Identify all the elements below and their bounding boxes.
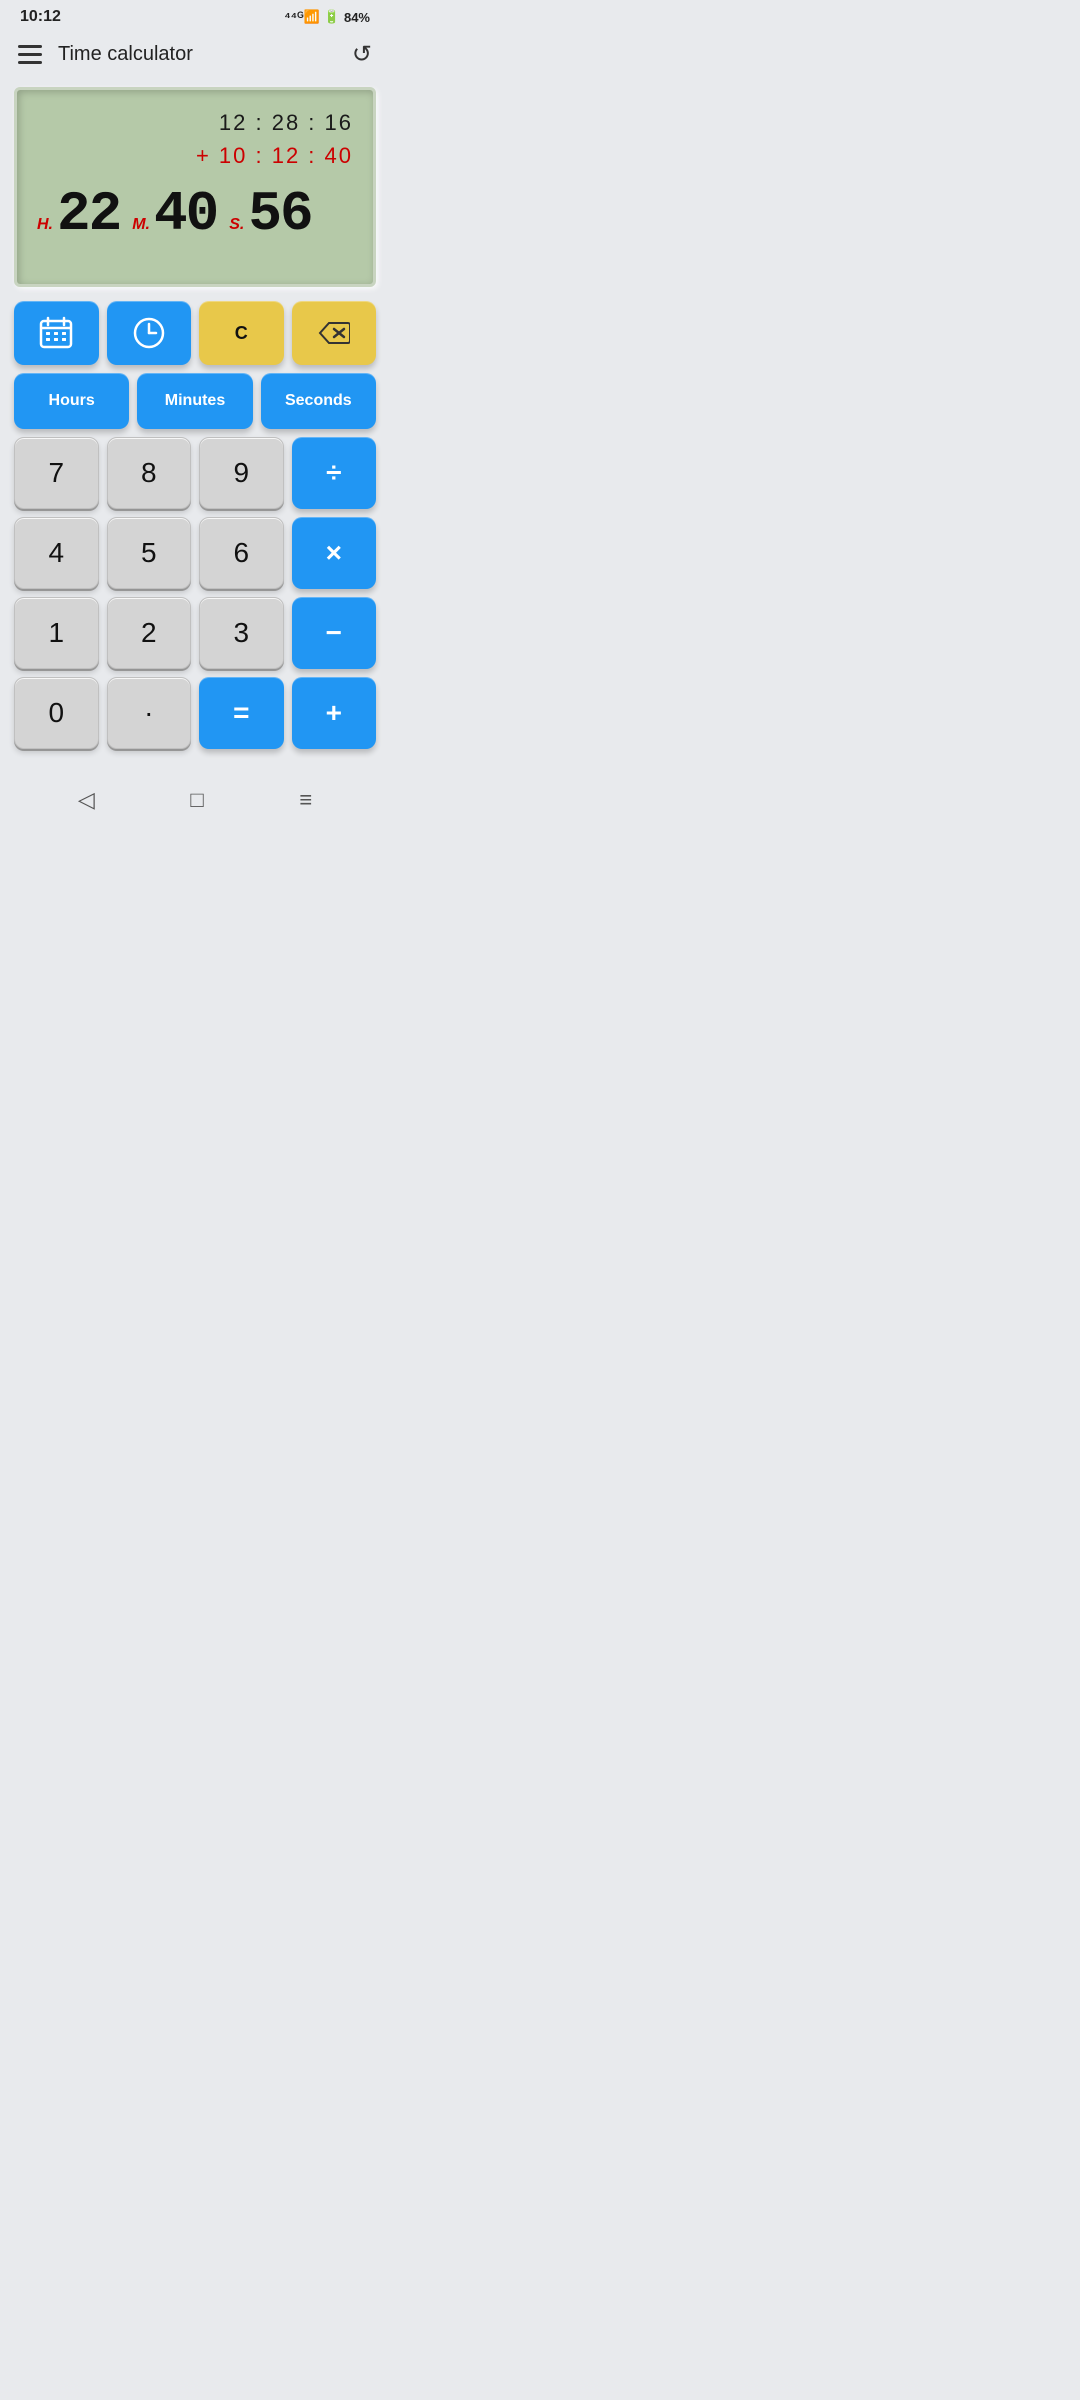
seconds-label: S.	[229, 216, 244, 234]
signal-icon: ⁴⁴ᴳ📶	[284, 9, 320, 25]
calendar-button[interactable]	[14, 301, 99, 365]
hours-value: 22	[57, 182, 120, 246]
result-seconds-group: S. 56	[229, 182, 311, 246]
backspace-icon	[318, 321, 350, 345]
result-minutes-group: M. 40	[132, 182, 217, 246]
battery-icon: 🔋	[324, 9, 340, 25]
clock-button[interactable]	[107, 301, 192, 365]
btn-minus[interactable]: −	[292, 597, 377, 669]
btn-4[interactable]: 4	[14, 517, 99, 589]
minutes-btn-label: Minutes	[165, 392, 225, 410]
seconds-button[interactable]: Seconds	[261, 373, 376, 429]
status-time: 10:12	[20, 8, 61, 26]
status-bar: 10:12 ⁴⁴ᴳ📶 🔋 84%	[0, 0, 390, 30]
num-row-123: 1 2 3 −	[14, 597, 376, 669]
btn-6[interactable]: 6	[199, 517, 284, 589]
btn-8[interactable]: 8	[107, 437, 192, 509]
history-icon[interactable]: ↺	[352, 40, 372, 69]
minutes-label: M.	[132, 216, 150, 234]
nav-menu-icon[interactable]: ≡	[299, 787, 312, 813]
num-row-456: 4 5 6 ×	[14, 517, 376, 589]
unit-row: Hours Minutes Seconds	[14, 373, 376, 429]
clock-icon	[131, 315, 167, 351]
btn-multiply[interactable]: ×	[292, 517, 377, 589]
btn-1[interactable]: 1	[14, 597, 99, 669]
result-display: H. 22 M. 40 S. 56	[37, 182, 353, 246]
hamburger-menu[interactable]	[18, 45, 42, 64]
battery-level: 84%	[344, 10, 370, 25]
clear-label: C	[235, 323, 248, 344]
btn-5[interactable]: 5	[107, 517, 192, 589]
btn-3[interactable]: 3	[199, 597, 284, 669]
minutes-value: 40	[154, 182, 217, 246]
btn-dot[interactable]: ·	[107, 677, 192, 749]
btn-9[interactable]: 9	[199, 437, 284, 509]
seconds-value: 56	[248, 182, 311, 246]
func-row: C	[14, 301, 376, 365]
btn-0[interactable]: 0	[14, 677, 99, 749]
calendar-icon	[39, 316, 73, 350]
nav-back-icon[interactable]: ◁	[78, 787, 95, 813]
num-row-0: 0 · = +	[14, 677, 376, 749]
app-title: Time calculator	[58, 43, 193, 66]
backspace-button[interactable]	[292, 301, 377, 365]
btn-2[interactable]: 2	[107, 597, 192, 669]
btn-equals[interactable]: =	[199, 677, 284, 749]
result-hours-group: H. 22	[37, 182, 120, 246]
display-lines: 12 : 28 : 16 + 10 : 12 : 40	[37, 106, 353, 172]
num-row-789: 7 8 9 ÷	[14, 437, 376, 509]
display-line2: + 10 : 12 : 40	[37, 139, 353, 172]
calculator-display: 12 : 28 : 16 + 10 : 12 : 40 H. 22 M. 40 …	[14, 87, 376, 287]
app-bar: Time calculator ↺	[0, 30, 390, 79]
display-line1: 12 : 28 : 16	[37, 106, 353, 139]
btn-plus[interactable]: +	[292, 677, 377, 749]
btn-7[interactable]: 7	[14, 437, 99, 509]
hours-button[interactable]: Hours	[14, 373, 129, 429]
seconds-btn-label: Seconds	[285, 392, 352, 410]
app-bar-left: Time calculator	[18, 43, 193, 66]
hours-label: H.	[37, 216, 53, 234]
status-icons: ⁴⁴ᴳ📶 🔋 84%	[284, 9, 370, 25]
clear-button[interactable]: C	[199, 301, 284, 365]
hours-btn-label: Hours	[49, 392, 95, 410]
minutes-button[interactable]: Minutes	[137, 373, 252, 429]
nav-home-icon[interactable]: □	[190, 787, 203, 813]
keypad: C Hours Minutes Seconds 7 8 9	[0, 301, 390, 763]
bottom-nav: ◁ □ ≡	[0, 771, 390, 829]
btn-divide[interactable]: ÷	[292, 437, 377, 509]
